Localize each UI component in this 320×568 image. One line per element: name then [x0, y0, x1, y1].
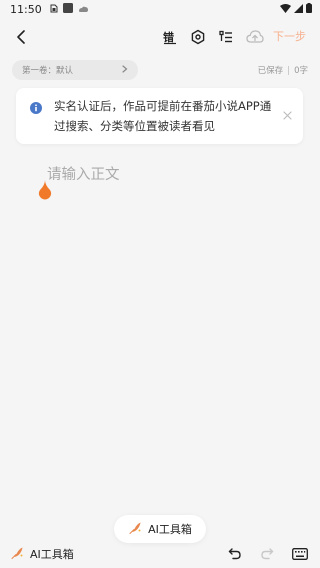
svg-text:错: 错	[163, 30, 174, 44]
outline-icon[interactable]	[216, 27, 236, 47]
chevron-right-icon	[122, 64, 128, 76]
word-count: 0字	[294, 66, 308, 76]
volume-selector[interactable]: 第一卷：默认	[12, 60, 138, 80]
settings-icon[interactable]	[188, 27, 208, 47]
cursor-handle-icon[interactable]	[38, 180, 52, 204]
saved-label: 已保存	[257, 66, 284, 76]
save-status: 已保存 0字	[258, 64, 308, 76]
editor-body-input[interactable]: 请输入正文	[47, 163, 120, 184]
close-icon[interactable]	[283, 109, 292, 123]
verification-notice: 实名认证后，作品可提前在番茄小说APP通过搜索、分类等位置被读者看见	[16, 88, 303, 144]
ai-toolbox-button[interactable]: AI工具箱	[10, 546, 74, 563]
notice-text: 实名认证后，作品可提前在番茄小说APP通过搜索、分类等位置被读者看见	[54, 99, 272, 133]
undo-icon[interactable]	[228, 545, 242, 564]
ai-quill-icon	[10, 546, 24, 563]
status-time: 11:50	[10, 2, 42, 16]
app-notification-icon	[62, 2, 73, 16]
ai-toolbox-float-button[interactable]: AI工具箱	[114, 515, 206, 543]
volume-label: 第一卷：默认	[22, 66, 74, 76]
typo-check-icon[interactable]: 错	[160, 27, 180, 47]
status-bar: 11:50	[0, 0, 320, 18]
ai-toolbox-label: AI工具箱	[30, 548, 74, 561]
status-right	[280, 2, 312, 16]
signal-icon	[294, 3, 303, 16]
sim-icon	[50, 3, 58, 16]
cloud-status-icon	[78, 3, 89, 16]
bottom-tools	[228, 545, 308, 564]
app-bar: 错 下一步	[0, 22, 320, 52]
ai-toolbox-float-label: AI工具箱	[148, 523, 192, 536]
ai-quill-icon	[128, 521, 142, 538]
info-icon	[30, 99, 42, 118]
redo-icon[interactable]	[260, 545, 274, 564]
back-arrow-icon[interactable]	[10, 26, 32, 48]
battery-icon	[306, 2, 312, 16]
bottom-toolbar: AI工具箱	[0, 540, 320, 568]
divider	[288, 65, 290, 75]
next-step-button[interactable]: 下一步	[273, 28, 306, 44]
wifi-icon	[280, 3, 291, 16]
cloud-upload-icon[interactable]	[245, 27, 265, 47]
keyboard-icon[interactable]	[292, 545, 308, 564]
